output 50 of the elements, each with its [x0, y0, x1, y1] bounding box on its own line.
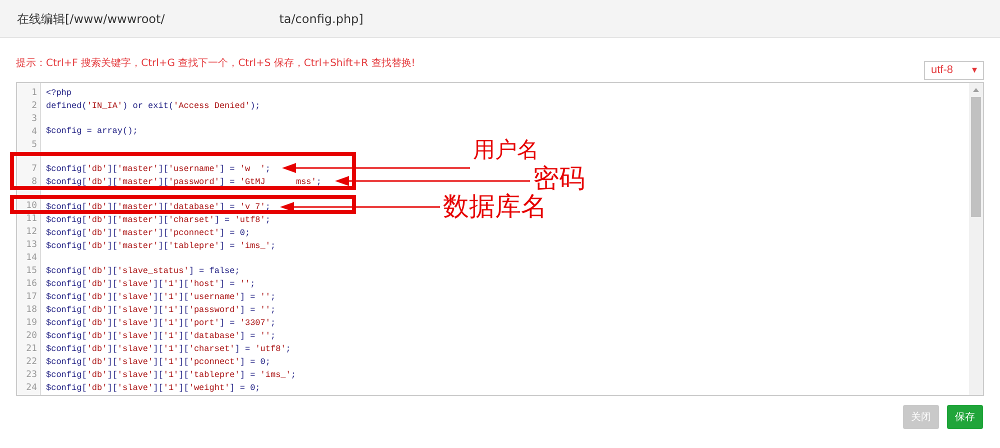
- code-line: $config['db']['slave']['1']['database'] = '';: [46, 330, 276, 344]
- line-number: 18: [26, 304, 37, 317]
- window-title: 在线编辑[/www/wwwroot/ ta/config.php]: [17, 10, 364, 28]
- code-line: defined('IN_IA') or exit('Access Denied');: [46, 100, 260, 113]
- code-line: $config['db']['slave']['1']['username'] = '';: [46, 291, 276, 304]
- line-number: 14: [26, 252, 37, 265]
- save-button[interactable]: 保存: [947, 405, 983, 429]
- code-line: $config['db']['master']['pconnect'] = 0;: [46, 226, 250, 240]
- scrollbar[interactable]: [969, 83, 983, 395]
- line-number: 3: [32, 113, 37, 126]
- code-line: $config['db']['slave']['1']['host'] = '';: [46, 278, 256, 292]
- line-number: 2: [32, 100, 37, 113]
- line-number: 23: [26, 369, 37, 382]
- annotation-label: 用户名: [473, 140, 539, 162]
- code-line: $config['db']['slave']['1']['weight'] = 0;: [46, 382, 260, 395]
- line-number: 10: [26, 200, 37, 213]
- line-number: 20: [26, 330, 37, 343]
- code-line: $config['db']['slave']['1']['charset'] = 'utf8';: [46, 343, 291, 356]
- hint-text: 提示：Ctrl+F 搜索关键字，Ctrl+G 查找下一个，Ctrl+S 保存，Ctrl+Shift+R 查找替换!: [16, 56, 416, 71]
- line-number: 8: [32, 176, 37, 189]
- code-line: $config['db']['slave']['1']['password'] = '';: [46, 304, 276, 318]
- line-number: 19: [26, 317, 37, 330]
- line-number: 7: [32, 163, 37, 176]
- line-number: 13: [26, 239, 37, 252]
- code-line: $config['db']['slave_status'] = false;: [46, 265, 240, 278]
- code-line: $config['db']['slave']['1']['pconnect'] = 0;: [46, 356, 270, 370]
- scroll-up-icon[interactable]: [972, 87, 980, 93]
- line-number: 21: [26, 343, 37, 356]
- code-line: $config['db']['slave']['1']['tablepre'] = 'ims_';: [46, 369, 296, 382]
- code-line: $config['db']['master']['password'] = 'GtMJ mss';: [46, 176, 322, 189]
- code-line: $config['db']['slave']['1']['port'] = '3307';: [46, 317, 276, 330]
- line-number: 5: [32, 139, 37, 152]
- code-line: $config['db']['master']['charset'] = 'utf8';: [46, 214, 270, 227]
- line-number: 1: [32, 87, 37, 100]
- encoding-select[interactable]: utf-8 ▾: [924, 61, 984, 80]
- line-number: 12: [26, 226, 37, 239]
- line-number: 11: [26, 213, 37, 226]
- code-line: <?php: [46, 87, 72, 100]
- line-number: 17: [26, 291, 37, 304]
- annotation-label: 密码: [533, 166, 585, 192]
- line-number: 4: [32, 126, 37, 139]
- line-number: 22: [26, 356, 37, 369]
- scrollbar-thumb[interactable]: [971, 97, 981, 217]
- line-number: 16: [26, 278, 37, 291]
- annotation-label: 数据库名: [443, 194, 547, 220]
- line-number: 24: [26, 382, 37, 395]
- code-line: $config = array();: [46, 125, 138, 138]
- code-line: $config['db']['master']['username'] = 'w ';: [46, 162, 270, 176]
- line-number: 15: [26, 265, 37, 278]
- code-line: $config['db']['master']['tablepre'] = 'ims_';: [46, 240, 276, 253]
